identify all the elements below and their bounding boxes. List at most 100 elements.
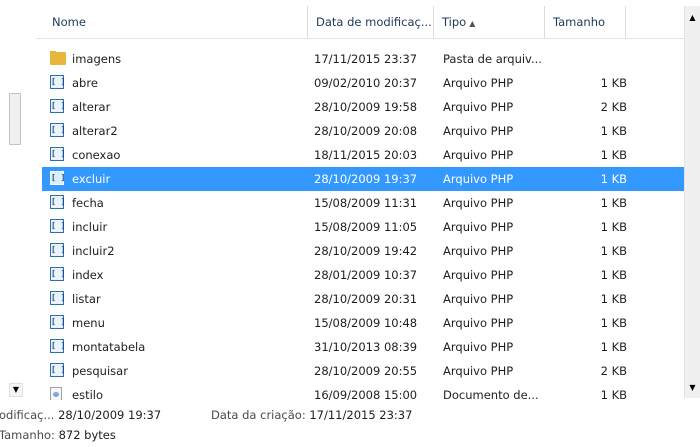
column-header-size-label: Tamanho [553,15,606,29]
scroll-up-arrow[interactable]: ▲ [687,12,698,24]
file-date: 31/10/2013 08:39 [314,340,418,354]
file-date: 17/11/2015 23:37 [314,52,418,66]
file-date: 28/10/2009 19:42 [314,244,418,258]
file-size: 1 KB [600,340,627,354]
file-name: index [72,268,104,282]
file-name: listar [72,292,101,306]
file-size: 1 KB [600,316,627,330]
file-name: pesquisar [72,364,128,378]
column-header-row: Nome Data de modificaç... Tipo ▲ Tamanho [36,6,684,39]
file-type: Arquivo PHP [443,148,514,162]
file-name: alterar [72,100,111,114]
file-size: 1 KB [600,244,627,258]
nav-scrollbar-thumb[interactable] [9,93,21,145]
column-header-name[interactable]: Nome [36,6,308,38]
file-size: 1 KB [600,148,627,162]
php-file-icon [50,363,66,379]
sort-ascending-icon: ▲ [469,19,476,28]
file-date: 18/11/2015 20:03 [314,148,418,162]
file-date: 15/08/2009 10:48 [314,316,418,330]
file-type: Arquivo PHP [443,196,514,210]
file-row[interactable]: alterar 28/10/2009 19:58 Arquivo PHP 2 KB [44,95,684,119]
file-date: 28/10/2009 20:31 [314,292,418,306]
file-type: Arquivo PHP [443,316,514,330]
file-date: 09/02/2010 20:37 [314,76,418,90]
file-type: Arquivo PHP [443,220,514,234]
file-date: 28/01/2009 10:37 [314,268,418,282]
file-name: incluir [72,220,108,234]
column-header-type-label: Tipo [442,15,467,29]
file-row[interactable]: listar 28/10/2009 20:31 Arquivo PHP 1 KB [44,287,684,311]
file-date: 28/10/2009 19:37 [314,172,418,186]
file-row[interactable]: index 28/01/2009 10:37 Arquivo PHP 1 KB [44,263,684,287]
file-size: 1 KB [600,76,627,90]
php-file-icon [50,147,66,163]
php-file-icon [50,123,66,139]
php-file-icon [50,219,66,235]
file-row[interactable]: abre 09/02/2010 20:37 Arquivo PHP 1 KB [44,71,684,95]
file-name: excluir [72,172,111,186]
file-size: 2 KB [600,364,627,378]
detail-created-value: 17/11/2015 23:37 [309,408,413,422]
file-name: imagens [72,52,122,66]
detail-modified-value: 28/10/2009 19:37 [58,408,162,422]
file-name: incluir2 [72,244,115,258]
detail-modified-label: odificaç... [0,408,55,422]
php-file-icon [50,171,66,187]
file-type: Pasta de arquiv... [443,52,542,66]
file-date: 28/10/2009 20:08 [314,124,418,138]
file-size: 1 KB [600,196,627,210]
file-date: 28/10/2009 20:55 [314,364,418,378]
detail-size-label: Tamanho: [0,428,55,442]
column-header-type[interactable]: Tipo ▲ [434,6,545,38]
file-size: 2 KB [600,100,627,114]
file-row[interactable]: excluir 28/10/2009 19:37 Arquivo PHP 1 KB [42,167,684,191]
file-size: 1 KB [600,268,627,282]
file-row[interactable]: imagens 17/11/2015 23:37 Pasta de arquiv..… [44,47,684,71]
nav-scroll-down-arrow[interactable]: ▼ [9,383,23,397]
file-row[interactable]: incluir 15/08/2009 11:05 Arquivo PHP 1 KB [44,215,684,239]
scroll-down-arrow[interactable]: ▼ [687,382,698,394]
navigation-pane: ▼ [0,0,28,400]
file-date: 15/08/2009 11:05 [314,220,418,234]
php-file-icon [50,243,66,259]
file-size: 1 KB [600,292,627,306]
file-type: Arquivo PHP [443,244,514,258]
php-file-icon [50,315,66,331]
file-name: abre [72,76,98,90]
file-name: alterar2 [72,124,118,138]
detail-size-value: 872 bytes [58,428,116,442]
file-row[interactable]: conexao 18/11/2015 20:03 Arquivo PHP 1 KB [44,143,684,167]
detail-modified: odificaç... 28/10/2009 19:37 [0,408,161,422]
file-size: 1 KB [600,124,627,138]
file-name: montatabela [72,340,146,354]
file-type: Arquivo PHP [443,172,514,186]
file-type: Arquivo PHP [443,292,514,306]
php-file-icon [50,291,66,307]
file-list-scrollbar[interactable]: ▲ ▼ [684,6,700,398]
php-file-icon [50,339,66,355]
file-row[interactable]: menu 15/08/2009 10:48 Arquivo PHP 1 KB [44,311,684,335]
file-row[interactable]: montatabela 31/10/2013 08:39 Arquivo PHP 1 … [44,335,684,359]
details-pane: odificaç... 28/10/2009 19:37 Data da cri… [0,400,700,447]
folder-icon [50,51,66,67]
php-file-icon [50,267,66,283]
column-header-size[interactable]: Tamanho [545,6,626,38]
column-header-date[interactable]: Data de modificaç... [308,6,434,38]
file-row[interactable]: incluir2 28/10/2009 19:42 Arquivo PHP 1 KB [44,239,684,263]
column-header-empty[interactable] [626,6,684,38]
file-type: Arquivo PHP [443,76,514,90]
file-type: Arquivo PHP [443,268,514,282]
detail-created-label: Data da criação: [211,408,306,422]
file-size: 1 KB [600,172,627,186]
file-type: Arquivo PHP [443,124,514,138]
file-row[interactable]: alterar2 28/10/2009 20:08 Arquivo PHP 1 KB [44,119,684,143]
file-row[interactable]: fecha 15/08/2009 11:31 Arquivo PHP 1 KB [44,191,684,215]
php-file-icon [50,99,66,115]
php-file-icon [50,195,66,211]
file-type: Arquivo PHP [443,100,514,114]
php-file-icon [50,75,66,91]
file-date: 15/08/2009 11:31 [314,196,418,210]
file-type: Arquivo PHP [443,364,514,378]
file-row[interactable]: pesquisar 28/10/2009 20:55 Arquivo PHP 2 KB [44,359,684,383]
